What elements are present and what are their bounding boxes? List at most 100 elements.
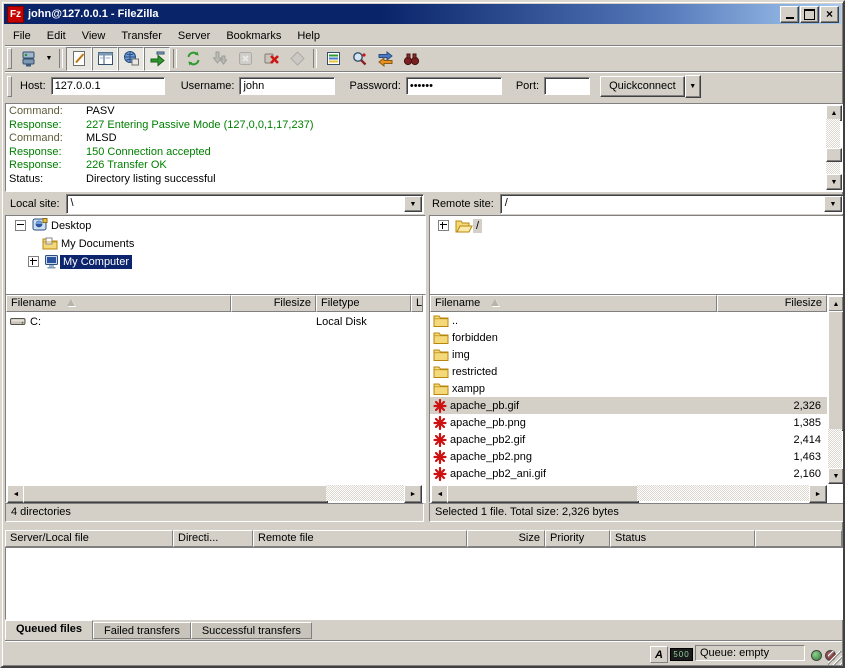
menu-bookmarks[interactable]: Bookmarks: [218, 28, 289, 44]
scroll-right-button[interactable]: ►: [809, 485, 827, 503]
log-text: MLSD: [86, 132, 117, 146]
toggle-transfer-queue-button[interactable]: [144, 47, 170, 71]
column-header-filetype[interactable]: Filetype: [316, 295, 411, 312]
menu-transfer[interactable]: Transfer: [113, 28, 170, 44]
tree-item-desktop[interactable]: Desktop: [6, 216, 425, 234]
expand-icon[interactable]: [28, 256, 39, 267]
scrollbar-thumb[interactable]: [447, 485, 639, 503]
column-header-filesize[interactable]: Filesize: [231, 295, 316, 312]
queue-column-size[interactable]: Size: [467, 530, 545, 547]
quickconnect-gripper[interactable]: [7, 76, 12, 97]
site-manager-button[interactable]: [16, 47, 42, 71]
local-site-combo[interactable]: \ ▼: [66, 194, 424, 214]
local-site-dropdown-button[interactable]: ▼: [404, 196, 422, 212]
scrollbar-track[interactable]: [637, 485, 811, 501]
menu-help[interactable]: Help: [289, 28, 328, 44]
column-header-filename[interactable]: Filename: [6, 295, 231, 312]
file-row[interactable]: apache_pb2_ani.gif 2,160: [430, 465, 827, 482]
queue-column-remote-file[interactable]: Remote file: [253, 530, 467, 547]
username-input[interactable]: [239, 77, 335, 95]
column-label: Filesize: [785, 297, 822, 309]
file-name: apache_pb.gif: [450, 400, 519, 412]
queue-column-priority[interactable]: Priority: [545, 530, 610, 547]
queue-column-server-local-file[interactable]: Server/Local file: [5, 530, 173, 547]
cancel-current-operation-button[interactable]: [232, 47, 258, 71]
directory-comparison-button[interactable]: [372, 47, 398, 71]
quickconnect-button[interactable]: Quickconnect: [600, 76, 685, 97]
file-search-button[interactable]: [346, 47, 372, 71]
minimize-button[interactable]: [780, 6, 799, 23]
find-files-button[interactable]: [398, 47, 424, 71]
process-queue-button[interactable]: [206, 47, 232, 71]
tree-item-my-documents[interactable]: My Documents: [6, 234, 425, 252]
file-row[interactable]: forbidden: [430, 329, 827, 346]
toggle-message-log-button[interactable]: [66, 47, 92, 71]
transfer-type-indicator-icon[interactable]: A: [650, 646, 668, 663]
directory-listing-filters-button[interactable]: [320, 47, 346, 71]
maximize-button[interactable]: [800, 6, 819, 23]
tab-failed-transfers[interactable]: Failed transfers: [93, 622, 191, 639]
log-vertical-scrollbar[interactable]: ▲ ▼: [826, 105, 842, 190]
host-input[interactable]: [51, 77, 165, 95]
tree-item-root[interactable]: /: [430, 216, 845, 234]
scrollbar-track[interactable]: [828, 429, 842, 470]
tab-successful-transfers[interactable]: Successful transfers: [191, 622, 312, 639]
file-size: 1,385: [727, 417, 821, 429]
scrollbar-track[interactable]: [826, 119, 840, 150]
column-header-filename[interactable]: Filename: [430, 295, 717, 312]
remote-site-dropdown-button[interactable]: ▼: [824, 196, 842, 212]
file-row[interactable]: xampp: [430, 380, 827, 397]
message-log[interactable]: Command:PASV Response:227 Entering Passi…: [5, 103, 844, 192]
menu-server[interactable]: Server: [170, 28, 218, 44]
tab-queued-files[interactable]: Queued files: [5, 620, 93, 640]
file-row[interactable]: apache_pb2.png 1,463: [430, 448, 827, 465]
speed-limit-badge-icon[interactable]: 500: [670, 648, 693, 661]
scrollbar-track[interactable]: [326, 485, 406, 501]
toggle-remote-tree-button[interactable]: [118, 47, 144, 71]
scrollbar-thumb[interactable]: [23, 485, 328, 503]
port-input[interactable]: [544, 77, 590, 95]
collapse-icon[interactable]: [15, 220, 26, 231]
refresh-button[interactable]: [180, 47, 206, 71]
scroll-down-button[interactable]: ▼: [826, 174, 842, 190]
remote-site-combo[interactable]: / ▼: [500, 194, 844, 214]
tree-item-my-computer[interactable]: My Computer: [6, 252, 425, 270]
scrollbar-thumb[interactable]: [826, 148, 842, 162]
queue-column-blank[interactable]: [755, 530, 842, 547]
menu-view[interactable]: View: [74, 28, 114, 44]
file-row-selected[interactable]: apache_pb.gif 2,326: [430, 397, 827, 414]
menu-file[interactable]: File: [5, 28, 39, 44]
remote-vertical-scrollbar[interactable]: ▲ ▼: [828, 296, 844, 484]
app-icon[interactable]: Fz: [7, 6, 24, 23]
chevron-down-icon: ▼: [46, 55, 53, 62]
column-header-filesize[interactable]: Filesize: [717, 295, 827, 312]
column-header-last-modified[interactable]: L: [411, 295, 423, 312]
window-resize-grip[interactable]: [828, 651, 842, 665]
file-row[interactable]: ..: [430, 312, 827, 329]
file-row-c-drive[interactable]: C: Local Disk: [6, 313, 423, 330]
file-row[interactable]: restricted: [430, 363, 827, 380]
file-row[interactable]: apache_pb2.gif 2,414: [430, 431, 827, 448]
menu-edit[interactable]: Edit: [39, 28, 74, 44]
transfer-queue-list[interactable]: [5, 547, 844, 620]
file-row[interactable]: img: [430, 346, 827, 363]
expand-icon[interactable]: [438, 220, 449, 231]
local-horizontal-scrollbar[interactable]: ◄ ►: [7, 485, 422, 501]
scroll-up-button[interactable]: ▲: [828, 296, 844, 312]
scroll-down-button[interactable]: ▼: [828, 468, 844, 484]
close-button[interactable]: ×: [820, 6, 839, 23]
queue-column-direction[interactable]: Directi...: [173, 530, 253, 547]
scrollbar-thumb[interactable]: [828, 311, 844, 431]
scroll-right-button[interactable]: ►: [404, 485, 422, 503]
queue-column-status[interactable]: Status: [610, 530, 755, 547]
remote-horizontal-scrollbar[interactable]: ◄ ►: [431, 485, 827, 501]
abort-button[interactable]: [284, 47, 310, 71]
quickconnect-dropdown-button[interactable]: ▼: [685, 75, 701, 98]
file-row[interactable]: apache_pb.png 1,385: [430, 414, 827, 431]
toolbar-gripper[interactable]: [7, 48, 12, 69]
disconnect-button[interactable]: [258, 47, 284, 71]
toggle-local-tree-button[interactable]: [92, 47, 118, 71]
sort-ascending-icon: [491, 299, 499, 306]
site-manager-dropdown-button[interactable]: ▼: [42, 48, 56, 70]
password-input[interactable]: [406, 77, 502, 95]
